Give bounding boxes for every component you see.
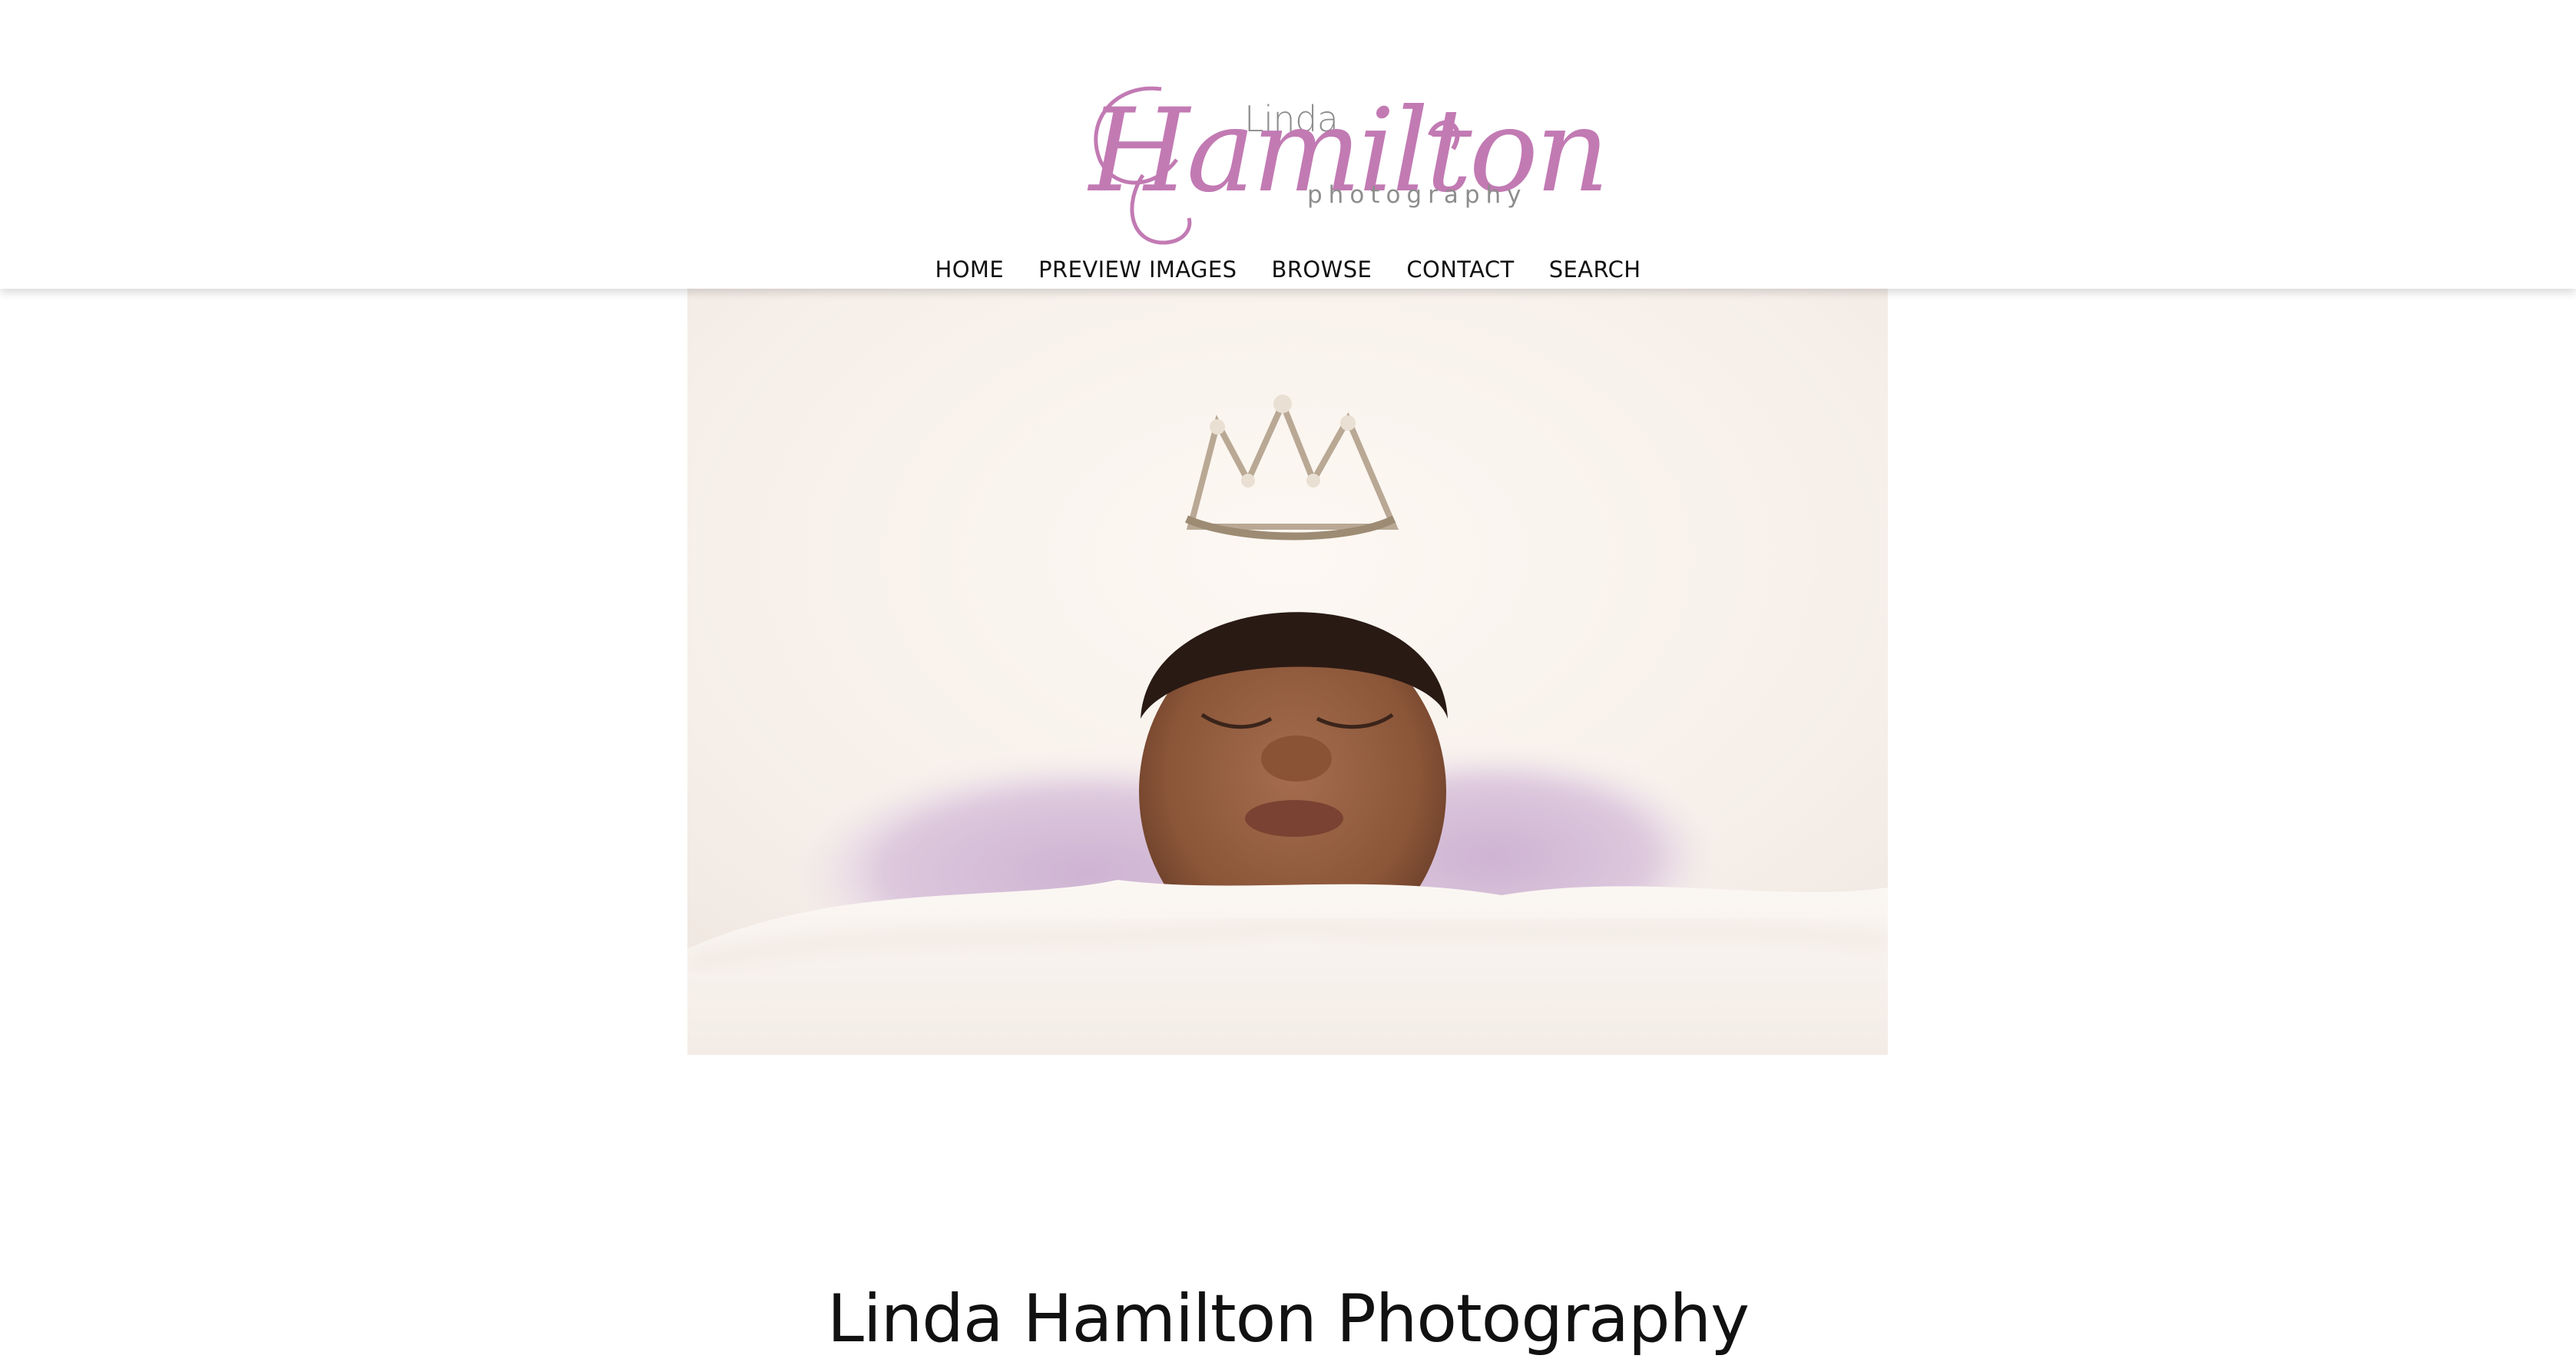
main-nav: HOME PREVIEW IMAGES BROWSE CONTACT SEARC… bbox=[0, 256, 2576, 283]
site-header: Linda Hamilton photography HOME PREVIEW … bbox=[0, 0, 2576, 289]
site-logo[interactable]: Linda Hamilton photography bbox=[1069, 75, 1610, 249]
nav-item-search[interactable]: SEARCH bbox=[1549, 256, 1641, 283]
page-title: Linda Hamilton Photography bbox=[826, 1281, 1750, 1357]
logo-text-photography: photography bbox=[1307, 181, 1528, 209]
nav-item-contact[interactable]: CONTACT bbox=[1406, 256, 1514, 283]
nav-item-browse[interactable]: BROWSE bbox=[1272, 256, 1372, 283]
nav-item-home[interactable]: HOME bbox=[935, 256, 1005, 283]
nav-item-preview-images[interactable]: PREVIEW IMAGES bbox=[1038, 256, 1237, 283]
page: Linda Hamilton photography HOME PREVIEW … bbox=[0, 0, 2576, 1362]
hero-image bbox=[687, 289, 1888, 1055]
hero-photo bbox=[687, 289, 1888, 1055]
